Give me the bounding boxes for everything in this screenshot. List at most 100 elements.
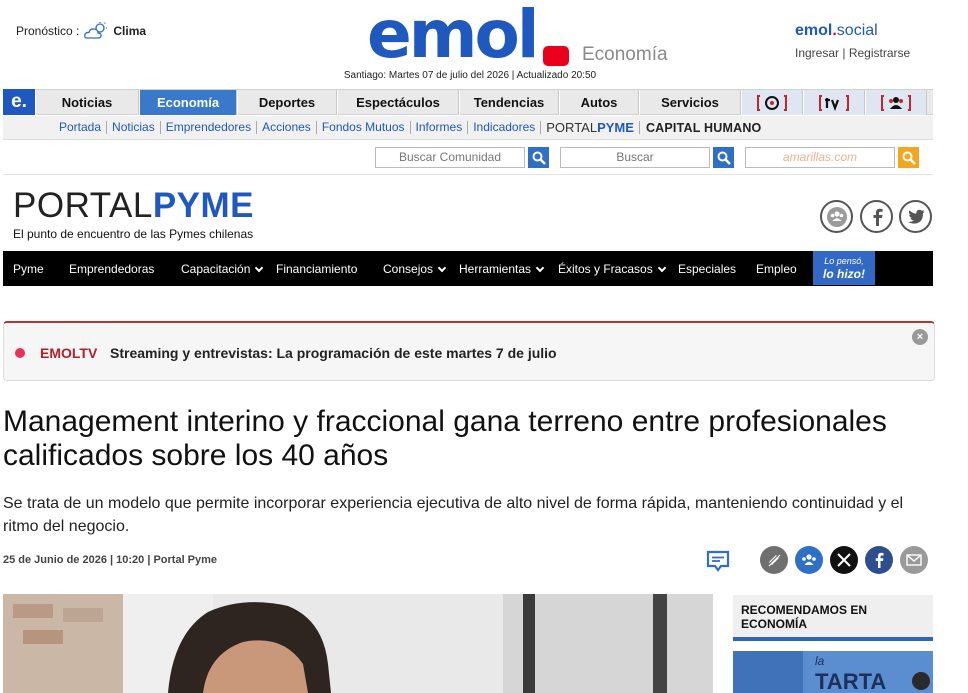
pymenav-financiamiento-label: Financiamiento	[276, 262, 358, 276]
subnav-portal-b: PYME	[597, 120, 634, 135]
share-x-button[interactable]	[830, 546, 858, 574]
subnav-fondos-mutuos[interactable]: Fondos Mutuos	[317, 121, 411, 134]
emoltv-banner[interactable]: EMOLTV Streaming y entrevistas: La progr…	[3, 321, 935, 381]
pyme-nav: Pyme Emprendedoras Capacitación Financia…	[3, 251, 933, 286]
portalpyme-logo[interactable]: PORTALPYME	[13, 186, 254, 226]
nav-servicios[interactable]: Servicios	[639, 90, 741, 115]
subnav-emprendedores[interactable]: Emprendedores	[161, 121, 258, 134]
nav-espectaculos[interactable]: Espectáculos	[337, 90, 459, 115]
pymenav-capacitacion[interactable]: Capacitación	[181, 262, 264, 276]
site-header: Pronóstico : Clima emol Economía Santiag…	[0, 0, 968, 88]
subnav-portalpyme[interactable]: PORTALPYME	[541, 121, 640, 134]
nav-deportes[interactable]: Deportes	[237, 90, 337, 115]
register-link[interactable]: Registrarse	[849, 46, 910, 60]
subnav-informes[interactable]: Informes	[411, 121, 469, 134]
pymenav-financiamiento[interactable]: Financiamiento	[276, 262, 357, 276]
pymenav-exitos-label: Éxitos y Fracasos	[558, 262, 653, 276]
subnav-noticias[interactable]: Noticias	[107, 121, 161, 134]
subnav-portal-a: PORTAL	[546, 120, 598, 135]
pymenav-consejos[interactable]: Consejos	[383, 262, 447, 276]
site-search-input[interactable]: Buscar	[560, 147, 710, 168]
x-icon	[837, 553, 851, 567]
community-search-input[interactable]: Buscar Comunidad	[375, 147, 525, 168]
partly-cloudy-icon[interactable]	[84, 22, 108, 40]
pymenav-pyme[interactable]: Pyme	[13, 262, 44, 276]
forecast-label: Pronóstico :	[16, 24, 80, 38]
emol-logo-dot	[543, 46, 569, 66]
pymenav-herramientas[interactable]: Herramientas	[459, 262, 545, 276]
twitter-follow-button[interactable]	[899, 200, 932, 233]
recommended-photo: la TARTA	[733, 651, 933, 693]
sub-nav: Portada Noticias Emprendedores Acciones …	[3, 116, 933, 140]
subnav-capital-humano[interactable]: CAPITAL HUMANO	[640, 121, 768, 135]
article-lead: Se trata de un modelo que permite incorp…	[3, 495, 904, 535]
pymenav-empleo-label: Empleo	[756, 262, 797, 276]
emol-social-logo[interactable]: emol.social	[795, 22, 910, 40]
share-muted-button[interactable]	[760, 546, 788, 574]
megaphone-muted-icon	[767, 553, 781, 567]
subnav-portada[interactable]: Portada	[59, 121, 108, 134]
community-button[interactable]	[820, 200, 853, 233]
lo-penso-lo-hizo-badge[interactable]: Lo pensó, lo hizo!	[813, 251, 875, 285]
pymenav-exitos-fracasos[interactable]: Éxitos y Fracasos	[558, 262, 666, 276]
share-community-button[interactable]	[795, 546, 823, 574]
emoltv-label: EMOLTV	[40, 345, 98, 361]
close-icon[interactable]: ×	[912, 329, 928, 345]
pp-logo-a: PORTAL	[13, 186, 153, 225]
dateline-text: Santiago: Martes 07 de julio del 2026 | …	[343, 70, 597, 81]
forecast: Pronóstico : Clima	[16, 22, 146, 40]
nav-autos[interactable]: Autos	[559, 90, 639, 115]
nav-radio-icon[interactable]	[741, 90, 803, 115]
social-logo-a: emol	[795, 22, 833, 39]
community-icon	[881, 94, 911, 111]
amarillas-search-input[interactable]: amarillas.com	[745, 147, 895, 168]
subnav-indicadores[interactable]: Indicadores	[468, 121, 542, 134]
share-email-button[interactable]	[900, 546, 928, 574]
site-search-button[interactable]	[713, 147, 734, 168]
hero-photo	[3, 594, 713, 693]
emol-logo-text: emol	[367, 0, 539, 73]
chevron-down-icon	[657, 263, 666, 272]
pymenav-emprendedoras[interactable]: Emprendedoras	[69, 262, 154, 276]
pymenav-empleo[interactable]: Empleo	[756, 262, 797, 276]
share-facebook-button[interactable]	[865, 546, 893, 574]
facebook-icon	[875, 552, 884, 568]
community-search-button[interactable]	[528, 147, 549, 168]
nav-economia[interactable]: Economía	[139, 90, 237, 115]
chevron-down-icon	[255, 263, 264, 272]
emol-home-button[interactable]: e.	[3, 89, 35, 115]
community-icon	[826, 206, 847, 227]
nav-tendencias[interactable]: Tendencias	[459, 90, 559, 115]
facebook-follow-button[interactable]	[860, 200, 893, 233]
reco-image-title: TARTA	[815, 669, 886, 693]
tv-icon	[819, 94, 849, 111]
article-byline: 25 de Junio de 2026 | 10:20 | Portal Pym…	[3, 554, 218, 566]
dateline: Santiago: Martes 07 de julio del 2026 | …	[0, 70, 968, 81]
nav-tv-icon[interactable]	[803, 90, 865, 115]
pymenav-capacitacion-label: Capacitación	[181, 262, 251, 276]
clima-link[interactable]: Clima	[113, 24, 146, 38]
radio-icon	[757, 94, 787, 111]
divider	[3, 174, 933, 175]
comment-icon[interactable]	[706, 549, 730, 573]
subnav-acciones[interactable]: Acciones	[257, 121, 317, 134]
pymenav-consejos-label: Consejos	[383, 262, 434, 276]
recommended-image[interactable]: la TARTA	[733, 651, 933, 693]
login-link[interactable]: Ingresar	[795, 46, 839, 60]
live-dot-icon	[15, 348, 25, 358]
facebook-icon	[873, 208, 883, 226]
main-nav: e. Noticias Economía Deportes Espectácul…	[3, 89, 933, 115]
community-icon	[802, 554, 816, 565]
amarillas-search-button[interactable]	[898, 147, 919, 168]
social-logo-b: social	[836, 22, 878, 39]
nav-community-icon[interactable]	[865, 90, 927, 115]
lohizo-bottom: lo hizo!	[823, 267, 865, 281]
portalpyme-tagline: El punto de encuentro de las Pymes chile…	[13, 227, 254, 241]
pymenav-especiales[interactable]: Especiales	[678, 262, 736, 276]
email-icon	[906, 554, 922, 566]
nav-noticias[interactable]: Noticias	[35, 90, 139, 115]
pymenav-pyme-label: Pyme	[13, 262, 44, 276]
section-name[interactable]: Economía	[582, 44, 668, 66]
emoltv-text[interactable]: Streaming y entrevistas: La programación…	[110, 345, 557, 361]
search-icon	[902, 151, 916, 165]
